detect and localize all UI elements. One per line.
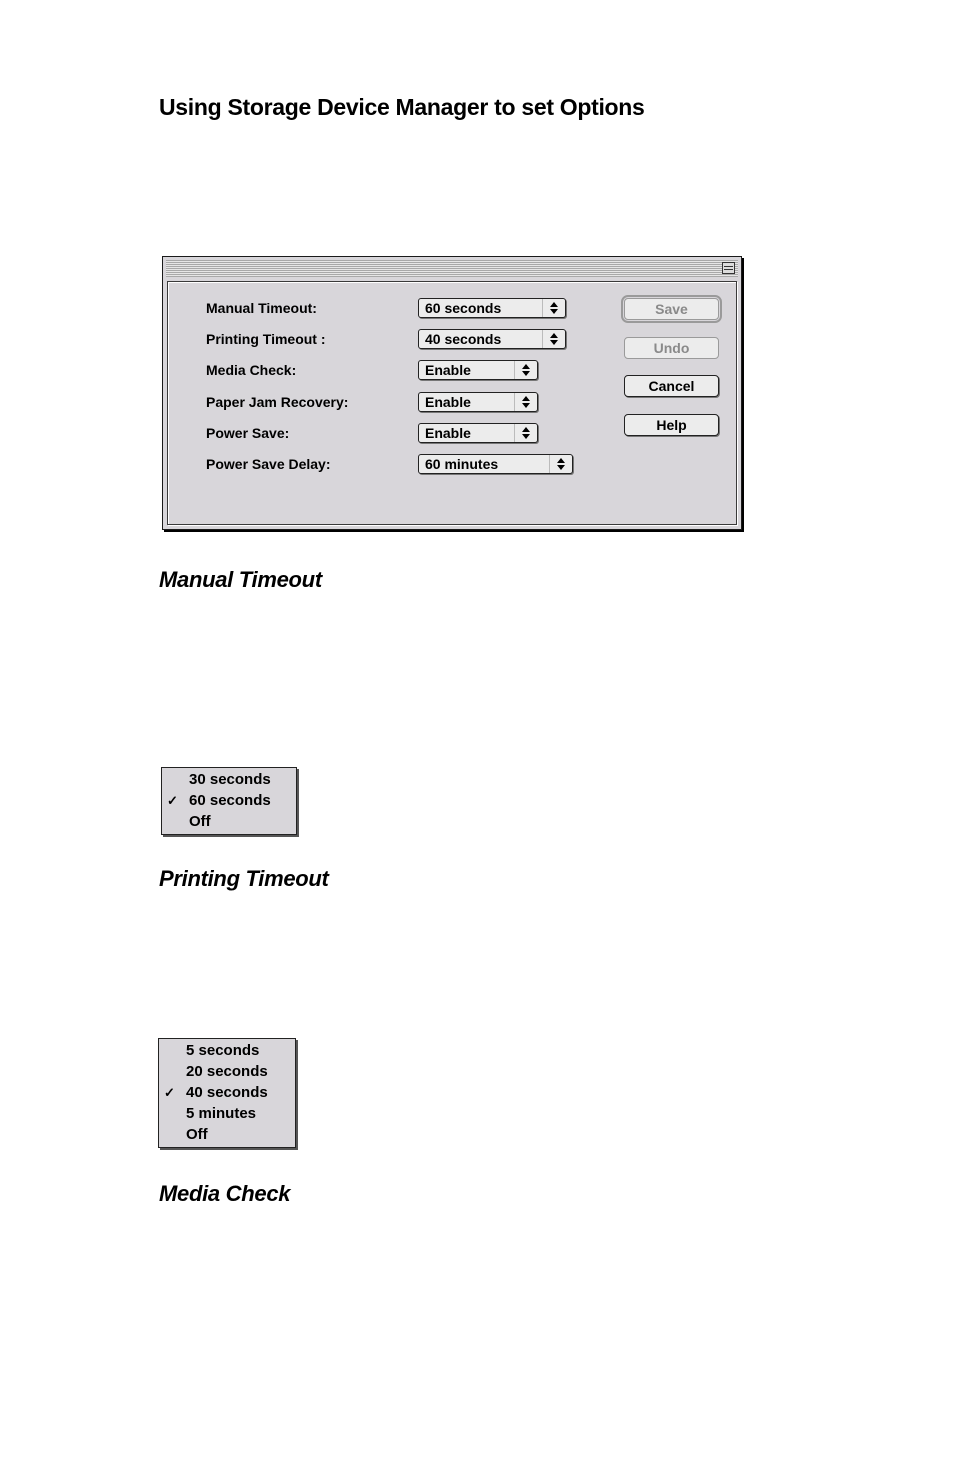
updown-arrows-icon — [549, 455, 572, 473]
popup-value: 60 minutes — [425, 456, 499, 472]
media-check-label: Media Check: — [206, 362, 297, 378]
section-heading-manual-timeout: Manual Timeout — [159, 567, 322, 592]
power-save-delay-label: Power Save Delay: — [206, 456, 331, 472]
updown-arrows-icon — [514, 424, 537, 442]
menu-item-selected[interactable]: 60 seconds — [189, 792, 271, 809]
paper-jam-recovery-label: Paper Jam Recovery: — [206, 394, 349, 410]
updown-arrows-icon — [514, 393, 537, 411]
printing-timeout-menu: 5 seconds 20 seconds ✓ 40 seconds 5 minu… — [158, 1038, 296, 1148]
help-button[interactable]: Help — [624, 414, 719, 436]
window-collapse-box-icon[interactable] — [722, 262, 735, 274]
power-save-popup[interactable]: Enable — [418, 423, 538, 443]
menu-item[interactable]: 30 seconds — [189, 771, 271, 788]
page-heading: Using Storage Device Manager to set Opti… — [159, 94, 645, 120]
menu-item[interactable]: 5 seconds — [186, 1042, 259, 1059]
popup-value: Enable — [425, 425, 471, 441]
printing-timeout-label: Printing Timeout : — [206, 331, 326, 347]
menu-item-selected[interactable]: 40 seconds — [186, 1084, 268, 1101]
popup-value: Enable — [425, 362, 471, 378]
undo-button[interactable]: Undo — [624, 337, 719, 359]
menu-item[interactable]: 5 minutes — [186, 1105, 256, 1122]
updown-arrows-icon — [542, 299, 565, 317]
media-check-popup[interactable]: Enable — [418, 360, 538, 380]
section-heading-media-check: Media Check — [159, 1181, 291, 1206]
printing-timeout-popup[interactable]: 40 seconds — [418, 329, 566, 349]
popup-value: 60 seconds — [425, 300, 502, 316]
popup-value: Enable — [425, 394, 471, 410]
window-titlebar[interactable] — [166, 260, 738, 277]
save-button[interactable]: Save — [621, 295, 722, 323]
menu-item[interactable]: Off — [189, 813, 211, 830]
manual-timeout-label: Manual Timeout: — [206, 300, 317, 316]
options-dialog: Manual Timeout: 60 seconds Printing Time… — [162, 256, 742, 530]
manual-timeout-popup[interactable]: 60 seconds — [418, 298, 566, 318]
power-save-label: Power Save: — [206, 425, 290, 441]
checkmark-icon: ✓ — [164, 1085, 175, 1100]
updown-arrows-icon — [514, 361, 537, 379]
cancel-button[interactable]: Cancel — [624, 375, 719, 397]
popup-value: 40 seconds — [425, 331, 502, 347]
power-save-delay-popup[interactable]: 60 minutes — [418, 454, 573, 474]
menu-item[interactable]: Off — [186, 1126, 208, 1143]
checkmark-icon: ✓ — [167, 793, 178, 808]
updown-arrows-icon — [542, 330, 565, 348]
section-heading-printing-timeout: Printing Timeout — [159, 866, 329, 891]
menu-item[interactable]: 20 seconds — [186, 1063, 268, 1080]
paper-jam-recovery-popup[interactable]: Enable — [418, 392, 538, 412]
manual-timeout-menu: 30 seconds ✓ 60 seconds Off — [161, 767, 297, 835]
